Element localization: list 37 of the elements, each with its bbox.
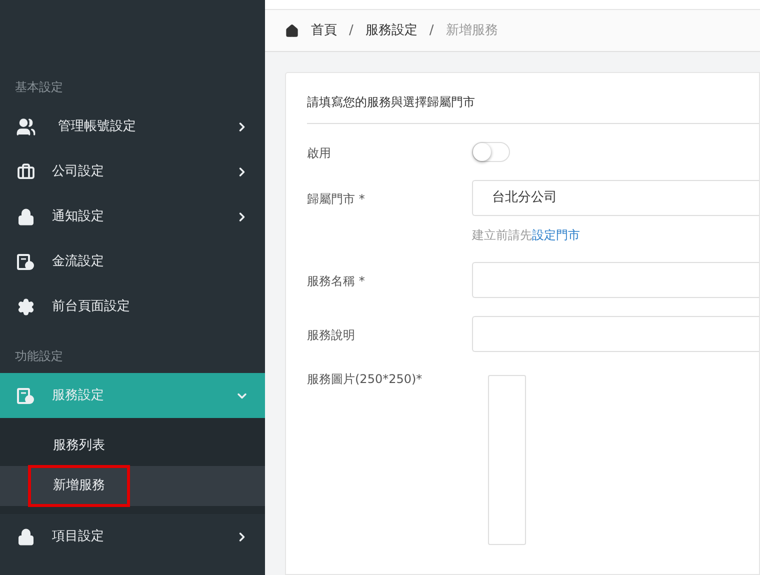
- sidebar-item[interactable]: 項目設定: [0, 514, 265, 559]
- briefcase-icon: [17, 162, 35, 180]
- set-store-link[interactable]: 設定門市: [532, 228, 580, 242]
- breadcrumb-separator: /: [349, 22, 354, 40]
- section-label: 功能設定: [14, 348, 64, 365]
- sidebar-item[interactable]: 管理帳號設定: [0, 104, 265, 149]
- section-label: 基本設定: [14, 79, 64, 96]
- lock-icon: [17, 208, 35, 226]
- receipt-coin-icon: [17, 386, 35, 404]
- users-icon: [16, 116, 36, 136]
- sidebar-item[interactable]: 公司設定: [0, 149, 265, 194]
- receipt-coin-icon: [17, 252, 35, 270]
- store-select[interactable]: 台北分公司: [472, 180, 759, 216]
- gear-icon: [17, 298, 35, 316]
- help-text: 建立前請先設定門市: [472, 227, 581, 244]
- breadcrumb-link[interactable]: 首頁: [311, 20, 337, 40]
- form-title: 請填寫您的服務與選擇歸屬門市: [307, 93, 759, 124]
- image-upload-box[interactable]: [488, 375, 526, 545]
- enable-toggle[interactable]: [472, 142, 510, 162]
- home-icon[interactable]: [285, 24, 299, 38]
- breadcrumb-link[interactable]: 服務設定: [365, 20, 418, 40]
- submenu-item[interactable]: 新增服務: [0, 466, 265, 506]
- sidebar-item[interactable]: 通知設定: [0, 194, 265, 239]
- field-label: 服務說明: [307, 327, 356, 344]
- text-field[interactable]: [472, 316, 759, 352]
- sidebar-item[interactable]: 金流設定: [0, 239, 265, 284]
- field-label: 服務名稱 *: [307, 273, 366, 290]
- text-field[interactable]: [472, 262, 759, 298]
- field-label: 服務圖片(250*250)*: [307, 371, 424, 388]
- field-label: 啟用: [307, 145, 332, 162]
- breadcrumb-separator: /: [429, 22, 434, 40]
- field-label: 歸屬門市 *: [307, 191, 366, 208]
- sidebar-item[interactable]: 前台頁面設定: [0, 284, 265, 329]
- highlight-frame: 新增服務: [28, 465, 130, 507]
- submenu-item[interactable]: 服務列表: [0, 426, 265, 466]
- highlight-frame: 服務列表: [28, 425, 130, 467]
- lock-icon: [17, 528, 35, 546]
